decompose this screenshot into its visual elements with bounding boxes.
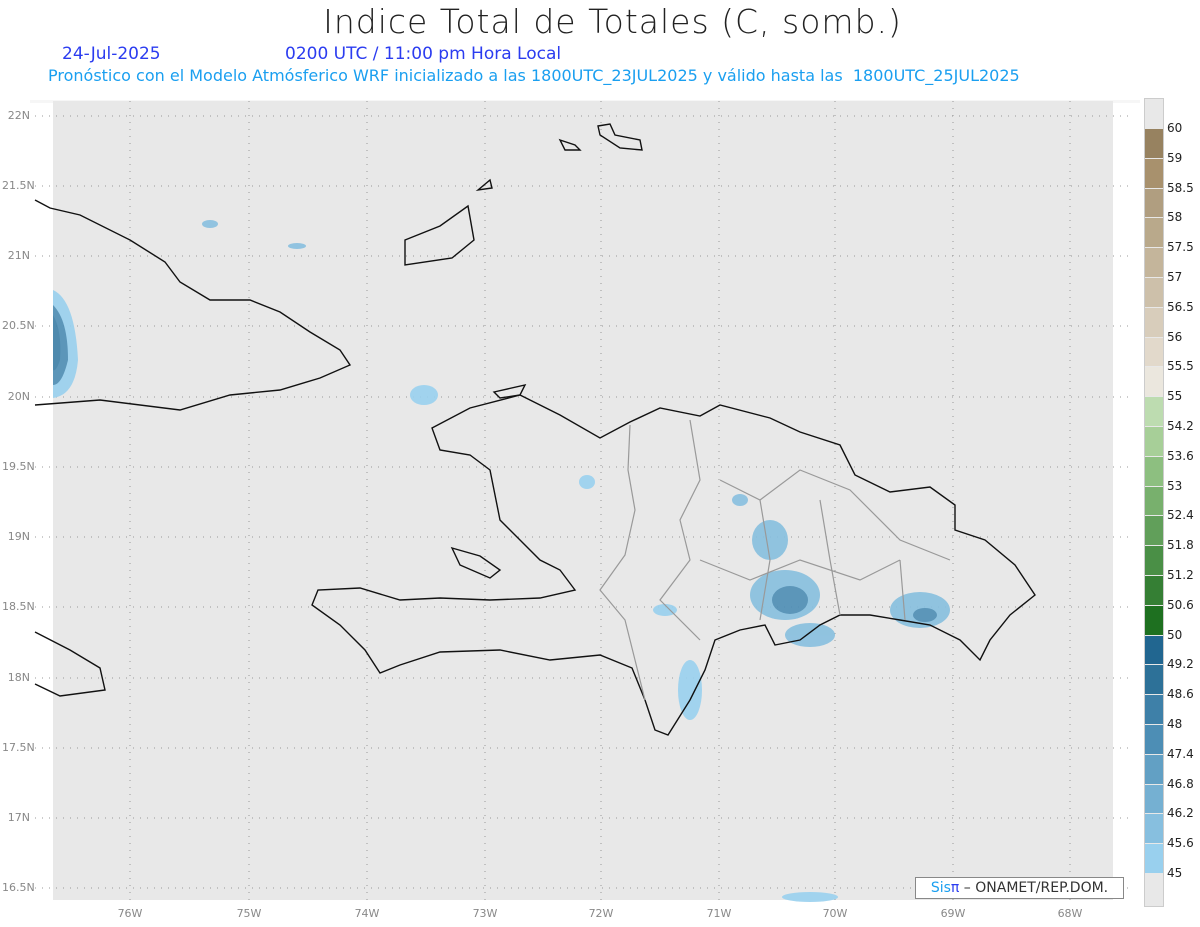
colorbar-swatch — [1145, 397, 1163, 426]
credit-box: Sisπ – ONAMET/REP.DOM. — [915, 877, 1124, 899]
colorbar-level-label: 49.2 — [1167, 657, 1194, 672]
colorbar-level-label: 59 — [1167, 150, 1183, 165]
colorbar-level-label: 53.6 — [1167, 448, 1194, 463]
colorbar-level-label: 48.6 — [1167, 687, 1194, 702]
colorbar-level-label: 58.5 — [1167, 180, 1194, 195]
latitude-label: 17N — [7, 811, 30, 824]
latitude-label: 20N — [7, 390, 30, 403]
latitude-label: 22N — [7, 109, 30, 122]
colorbar-swatch — [1145, 188, 1163, 218]
colorbar-level-label: 55 — [1167, 389, 1183, 404]
colorbar-swatch — [1145, 486, 1163, 516]
colorbar-swatch — [1145, 784, 1163, 814]
colorbar-level-label: 56 — [1167, 329, 1183, 344]
colorbar-level-label: 57.5 — [1167, 240, 1194, 255]
colorbar-level-label: 51.2 — [1167, 568, 1194, 582]
colorbar-level-label: 55.5 — [1167, 359, 1194, 374]
latitude-label: 21.5N — [2, 179, 35, 192]
colorbar-level-label: 54.2 — [1167, 419, 1194, 433]
map-area — [30, 100, 1140, 902]
colorbar-swatch — [1145, 158, 1163, 188]
longitude-label: 71W — [706, 907, 732, 920]
colorbar-swatch — [1145, 605, 1163, 635]
colorbar-swatch — [1145, 218, 1163, 248]
colorbar-swatch — [1145, 814, 1163, 844]
latitude-label: 16.5N — [2, 881, 35, 894]
colorbar-swatch — [1145, 516, 1163, 546]
longitude-label: 75W — [236, 907, 262, 920]
colorbar-level-label: 47.4 — [1167, 746, 1194, 761]
longitude-label: 73W — [472, 907, 498, 920]
colorbar-swatch — [1145, 278, 1163, 307]
latitude-label: 18N — [7, 671, 30, 684]
latitude-label: 21N — [7, 249, 30, 262]
colorbar-swatch — [1145, 725, 1163, 754]
latitude-label: 17.5N — [2, 741, 35, 754]
colorbar-swatch — [1145, 665, 1163, 695]
colorbar-swatch — [1145, 248, 1163, 277]
colorbar-level-label: 48 — [1167, 717, 1183, 731]
longitude-label: 70W — [822, 907, 848, 920]
latitude-label: 19.5N — [2, 460, 35, 473]
colorbar-swatch — [1145, 546, 1163, 575]
colorbar-swatch — [1145, 307, 1163, 337]
colorbar-swatch — [1145, 456, 1163, 486]
colorbar-level-label: 53 — [1167, 478, 1183, 493]
colorbar-swatch — [1145, 337, 1163, 367]
credit-sis: Sis — [930, 880, 951, 896]
colorbar-level-label: 51.8 — [1167, 538, 1194, 553]
credit-agency: – ONAMET/REP.DOM. — [959, 880, 1109, 896]
colorbar-level-label: 45 — [1167, 866, 1183, 880]
colorbar-swatch — [1145, 576, 1163, 605]
colorbar-swatch — [1145, 695, 1163, 724]
colorbar-swatch — [1145, 754, 1163, 784]
latitude-label: 18.5N — [2, 600, 35, 613]
colorbar-level-label: 46.2 — [1167, 806, 1194, 821]
colorbar-level-label: 60 — [1167, 121, 1183, 135]
longitude-label: 68W — [1057, 907, 1083, 920]
colorbar-swatch — [1145, 635, 1163, 665]
longitude-label: 76W — [117, 907, 143, 920]
latitude-label: 20.5N — [2, 319, 35, 332]
colorbar-swatch — [1145, 129, 1163, 158]
colorbar-level-label: 45.6 — [1167, 836, 1194, 851]
colorbar-level-label: 58 — [1167, 210, 1183, 225]
colorbar-level-label: 50.6 — [1167, 597, 1194, 612]
colorbar-level-label: 52.4 — [1167, 508, 1194, 523]
colorbar-level-label: 57 — [1167, 270, 1183, 284]
colorbar-level-label: 46.8 — [1167, 776, 1194, 791]
latitude-label: 19N — [7, 530, 30, 543]
colorbar-swatch — [1145, 427, 1163, 456]
longitude-label: 72W — [588, 907, 614, 920]
colorbar-level-label: 50 — [1167, 627, 1183, 642]
colorbar-swatch — [1145, 844, 1163, 873]
colorbar-level-label: 56.5 — [1167, 299, 1194, 314]
colorbar-swatch — [1145, 367, 1163, 397]
longitude-label: 74W — [354, 907, 380, 920]
longitude-label: 69W — [940, 907, 966, 920]
